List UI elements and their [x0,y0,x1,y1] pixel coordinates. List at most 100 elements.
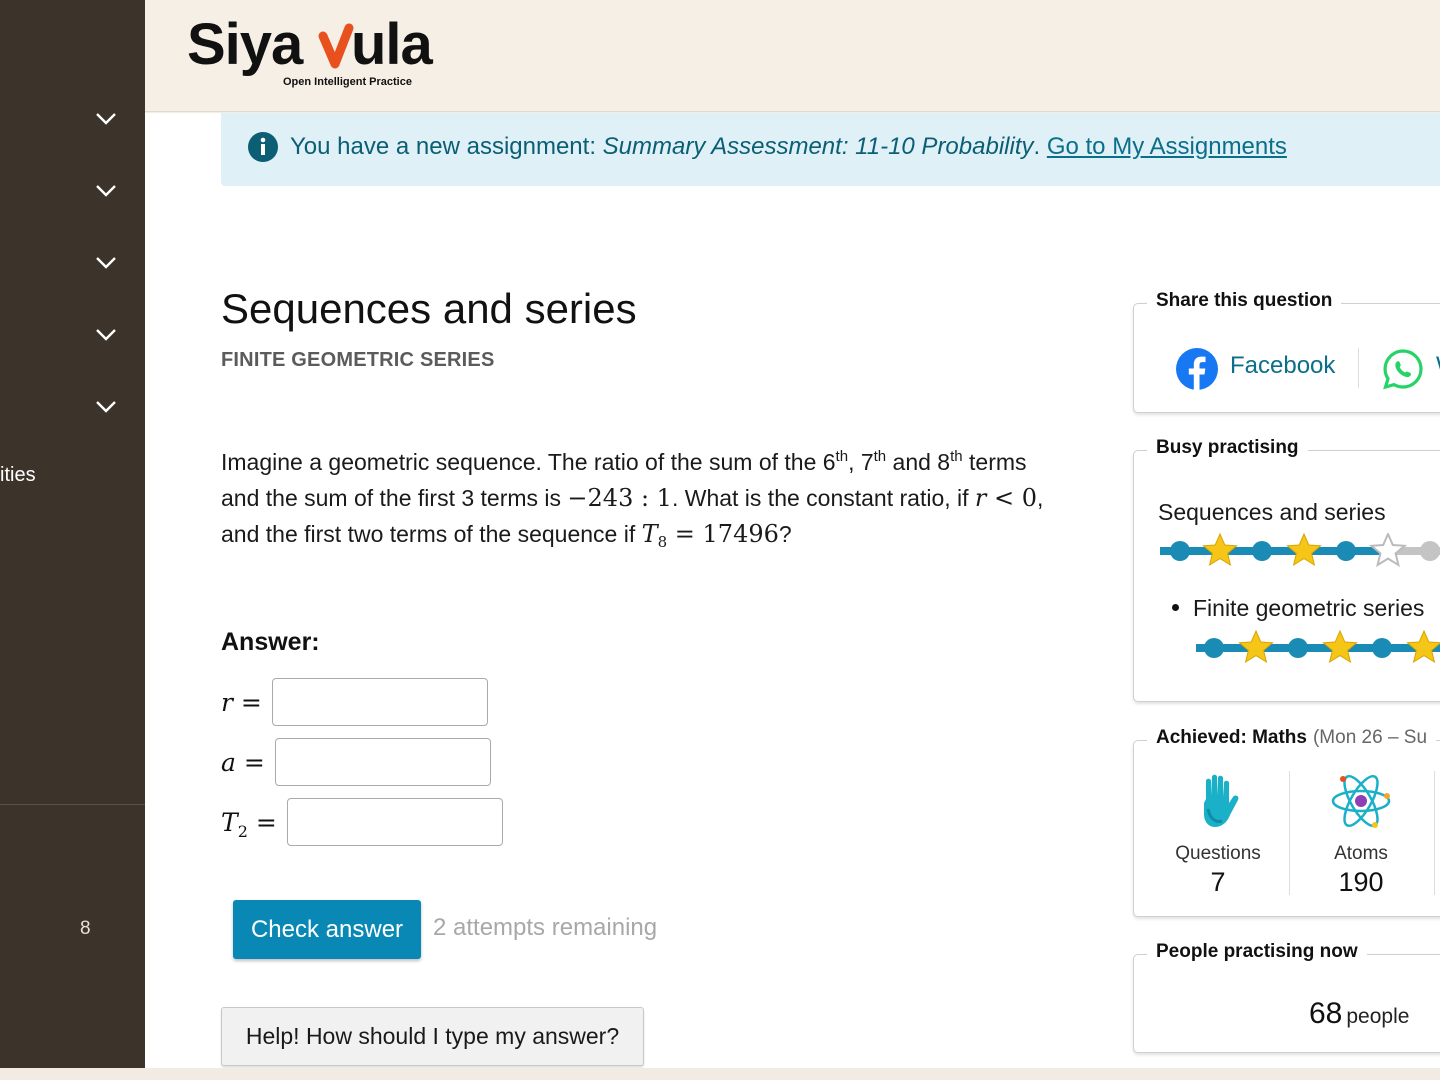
achievement-value: 190 [1338,867,1384,897]
question-part: Imagine a geometric sequence. The ratio … [221,449,836,475]
question-sup: th [835,448,849,465]
go-to-assignments-link[interactable]: Go to My Assignments [1047,133,1287,160]
achievement-value: 7 [1210,867,1226,897]
whatsapp-icon[interactable] [1382,348,1424,390]
math-r-condition: r < 0 [975,484,1037,512]
math-sub: 8 [657,533,668,551]
alert-assignment-name: Summary Assessment: 11-10 Probability [602,133,1034,160]
bullet-icon [1172,604,1179,611]
share-panel: Share this question Facebook W [1133,290,1440,413]
answer-input-t2[interactable] [286,798,503,846]
star-filled-icon [1406,630,1440,664]
attempts-remaining: 2 attempts remaining [433,914,658,941]
var-sub: 2 [237,821,248,841]
chevron-down-icon[interactable] [94,394,118,418]
panel-title: People practising now [1147,941,1367,963]
topic-progress [1160,533,1440,568]
page-title: Sequences and series [221,285,637,332]
facebook-share-link[interactable]: Facebook [1230,352,1335,380]
people-practising-panel: People practising now 68 people [1133,941,1440,1053]
whatsapp-share-link[interactable]: W [1436,352,1440,380]
math-rest: < 0 [986,484,1038,512]
chevron-down-icon[interactable] [94,322,118,346]
equals-sign: = [235,747,265,777]
alert-suffix: . [1033,133,1047,160]
answer-input-a[interactable] [274,738,491,786]
math-ratio: −243 : 1 [567,484,672,512]
chevron-down-icon[interactable] [94,178,118,202]
answer-input-r[interactable] [271,678,488,726]
math-rest: = 17496 [667,520,779,548]
question-part: ? [778,521,792,547]
question-part: and 8 [886,449,951,475]
page-subtitle: FINITE GEOMETRIC SERIES [221,349,495,371]
progress-dot [1420,541,1440,561]
subtopic-progress [1196,630,1440,664]
busy-subtopic-label: Finite geometric series [1193,595,1425,621]
achievement-divider [1434,771,1435,895]
sidebar-divider [0,804,145,805]
panel-title: Share this question [1147,290,1342,312]
star-empty-icon [1368,533,1408,568]
panel-title: Busy practising [1147,437,1308,459]
atom-icon [1331,774,1391,828]
question-sup: th [873,448,887,465]
progress-dot [1288,638,1308,658]
answer-row-r: r = [221,678,488,726]
star-filled-icon [1286,533,1322,567]
star-filled-icon [1238,630,1274,664]
achievement-questions: Questions 7 [1148,769,1288,898]
people-unit: people [1346,1005,1410,1028]
answer-var-label: r = [221,688,262,717]
progress-dot [1204,638,1224,658]
math-t8: T8 = 17496 [641,520,779,551]
math-var: T [641,520,658,548]
question-part: , 7 [848,449,874,475]
achievement-divider [1289,771,1290,895]
math-var: r [974,484,987,512]
panel-title: Achieved: Maths (Mon 26 – Su [1147,727,1437,749]
answer-row-a: a = [221,738,491,786]
answer-var-label: a = [221,748,265,777]
bottom-strip [0,1068,1440,1080]
logo-tagline: Open Intelligent Practice [283,76,412,88]
var-name: r [221,687,233,717]
chevron-down-icon[interactable] [94,106,118,130]
logo-v-mark [318,23,354,69]
equals-sign: = [247,807,277,837]
achieved-range: (Mon 26 – Su [1312,727,1428,748]
alert-text: You have a new assignment: Summary Asses… [290,133,1287,161]
sidebar-number[interactable]: 8 [80,918,91,940]
star-filled-icon [1202,533,1238,567]
help-typing-button[interactable]: Help! How should I type my answer? [221,1007,644,1066]
achievement-label: Questions [1175,843,1261,864]
people-count-value: 68 [1309,997,1343,1030]
var-name: T [221,807,238,837]
question-part: . What is the constant ratio, if [671,485,975,511]
alert-prefix: You have a new assignment: [290,133,603,160]
siyavula-logo[interactable]: Siya ula Open Intelligent Practice [185,2,445,98]
share-divider [1358,348,1359,388]
question-sup: th [950,448,963,465]
logo-text-start: Siya [187,12,304,77]
achieved-title: Achieved: Maths [1156,727,1307,748]
header: Siya ula Open Intelligent Practice [145,0,1440,112]
chevron-down-icon[interactable] [94,250,118,274]
progress-dot [1252,541,1272,561]
main-content: You have a new assignment: Summary Asses… [145,113,1440,1068]
check-answer-button[interactable]: Check answer [233,900,421,959]
question-text: Imagine a geometric sequence. The ratio … [221,444,1071,552]
achieved-panel: Achieved: Maths (Mon 26 – Su Questions 7 … [1133,727,1440,917]
info-icon [248,132,278,162]
progress-dot [1170,541,1190,561]
sidebar: ities 8 [0,0,145,1068]
progress-dot [1336,541,1356,561]
answer-label: Answer: [221,628,320,656]
equals-sign: = [232,687,262,717]
facebook-icon[interactable] [1176,348,1218,390]
busy-subtopic[interactable]: Finite geometric series [1172,595,1424,622]
assignment-alert: You have a new assignment: Summary Asses… [221,113,1440,186]
busy-topic[interactable]: Sequences and series [1158,499,1386,526]
star-filled-icon [1322,630,1358,664]
sidebar-item-label[interactable]: ities [0,464,36,487]
